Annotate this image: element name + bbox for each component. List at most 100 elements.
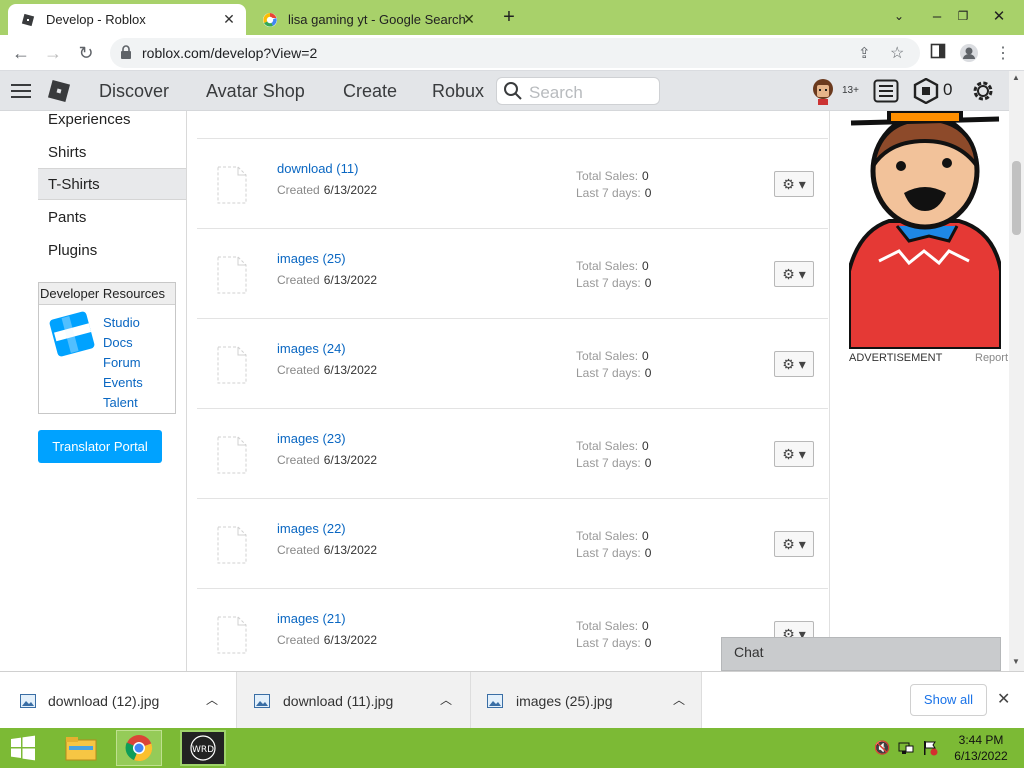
developer-resources-title: Developer Resources (39, 283, 175, 305)
show-all-downloads-button[interactable]: Show all (910, 684, 987, 716)
last-7-days-label: Last 7 days: (576, 366, 641, 380)
translator-portal-button[interactable]: Translator Portal (38, 430, 162, 463)
item-sales: Total Sales: 0 Last 7 days: 0 (576, 528, 651, 562)
item-name-link[interactable]: download (11) (277, 161, 358, 176)
total-sales-label: Total Sales: (576, 439, 639, 453)
sidebar-item-shirts[interactable]: Shirts (38, 137, 186, 169)
item-created: Created 6/13/2022 (277, 273, 377, 287)
tab-close-icon[interactable]: ✕ (220, 10, 238, 28)
item-thumbnail-placeholder-icon[interactable] (217, 256, 247, 294)
item-sales: Total Sales: 0 Last 7 days: 0 (576, 438, 651, 472)
tab-develop-roblox[interactable]: Develop - Roblox ✕ (8, 4, 246, 35)
scroll-up-arrow-icon[interactable]: ▲ (1012, 73, 1020, 82)
notifications-list-icon[interactable] (873, 79, 899, 108)
nav-discover[interactable]: Discover (99, 81, 169, 102)
dev-link-talent[interactable]: Talent (103, 395, 138, 410)
item-name-link[interactable]: images (24) (277, 341, 346, 356)
download-file-name: download (12).jpg (48, 693, 160, 709)
develop-sidebar: Experiences Shirts T-Shirts Pants Plugin… (0, 111, 187, 671)
item-thumbnail-placeholder-icon[interactable] (217, 526, 247, 564)
item-name-link[interactable]: images (21) (277, 611, 346, 626)
system-clock[interactable]: 3:44 PM 6/13/2022 (946, 732, 1016, 764)
scroll-down-arrow-icon[interactable]: ▼ (1012, 657, 1020, 666)
side-panel-icon[interactable] (927, 43, 949, 65)
item-thumbnail-placeholder-icon[interactable] (217, 616, 247, 654)
download-item[interactable]: images (25).jpg ︿ (470, 672, 702, 729)
close-download-bar-icon[interactable]: ✕ (997, 689, 1010, 709)
download-item[interactable]: download (12).jpg ︿ (0, 672, 236, 729)
download-options-chevron-icon[interactable]: ︿ (673, 691, 685, 708)
hamburger-menu-icon[interactable] (11, 83, 31, 104)
sidebar-item-experiences[interactable]: Experiences (38, 104, 186, 136)
item-thumbnail-placeholder-icon[interactable] (217, 166, 247, 204)
reload-icon[interactable]: ↻ (74, 41, 98, 65)
download-item[interactable]: download (11).jpg ︿ (236, 672, 470, 729)
item-settings-dropdown-button[interactable]: ⚙ ▾ (774, 441, 814, 467)
page-scrollbar[interactable]: ▲ ▼ (1009, 71, 1024, 671)
chrome-taskbar-icon[interactable] (116, 730, 162, 766)
dev-link-docs[interactable]: Docs (103, 335, 133, 350)
scrollbar-thumb[interactable] (1012, 161, 1021, 235)
ad-character-image[interactable] (849, 111, 1001, 349)
dev-link-events[interactable]: Events (103, 375, 143, 390)
item-sales: Total Sales: 0 Last 7 days: 0 (576, 258, 651, 292)
item-settings-dropdown-button[interactable]: ⚙ ▾ (774, 261, 814, 287)
google-favicon-icon (262, 12, 278, 28)
total-sales-label: Total Sales: (576, 349, 639, 363)
tab-google-search[interactable]: lisa gaming yt - Google Search ✕ (250, 4, 486, 35)
user-avatar[interactable] (810, 77, 836, 110)
network-icon[interactable] (898, 740, 914, 761)
last-7-days-value: 0 (644, 636, 652, 650)
nav-robux[interactable]: Robux (432, 81, 484, 102)
total-sales-value: 0 (642, 619, 649, 633)
last-7-days-value: 0 (644, 366, 652, 380)
url-text: roblox.com/develop?View=2 (142, 45, 318, 61)
wrd-app-icon[interactable]: WRD (180, 730, 226, 766)
forward-arrow-icon[interactable]: → (41, 41, 65, 65)
browser-menu-icon[interactable]: ⋮ (992, 43, 1014, 65)
tab-close-icon[interactable]: ✕ (460, 10, 478, 28)
age-badge: 13+ (842, 85, 859, 96)
close-window-button[interactable]: ✕ (976, 0, 1022, 33)
wrd-app-text: WRD (192, 745, 214, 755)
last-7-days-value: 0 (644, 186, 652, 200)
dev-link-forum[interactable]: Forum (103, 355, 141, 370)
file-explorer-icon[interactable] (58, 730, 104, 766)
ad-report-link[interactable]: Report (975, 352, 1008, 364)
created-label: Created (277, 633, 320, 647)
volume-muted-icon[interactable]: 🔇 (874, 740, 890, 756)
item-name-link[interactable]: images (22) (277, 521, 346, 536)
new-tab-button[interactable]: + (496, 6, 522, 28)
last-7-days-label: Last 7 days: (576, 186, 641, 200)
search-input[interactable]: Search (496, 77, 660, 105)
item-settings-dropdown-button[interactable]: ⚙ ▾ (774, 351, 814, 377)
share-icon[interactable]: ⇪ (858, 44, 871, 62)
sidebar-item-plugins[interactable]: Plugins (38, 235, 186, 267)
address-bar[interactable]: roblox.com/develop?View=2 ⇪ ☆ (110, 38, 920, 68)
item-thumbnail-placeholder-icon[interactable] (217, 346, 247, 384)
profile-avatar-icon[interactable] (958, 43, 980, 65)
total-sales-label: Total Sales: (576, 169, 639, 183)
item-created: Created 6/13/2022 (277, 543, 377, 557)
start-button[interactable] (0, 730, 46, 766)
bookmark-star-icon[interactable]: ☆ (890, 43, 904, 63)
sidebar-item-t-shirts[interactable]: T-Shirts (38, 168, 186, 200)
download-options-chevron-icon[interactable]: ︿ (440, 691, 452, 708)
chat-bar[interactable]: Chat (721, 637, 1001, 671)
settings-gear-icon[interactable] (970, 78, 996, 109)
item-name-link[interactable]: images (25) (277, 251, 346, 266)
total-sales-value: 0 (642, 349, 649, 363)
nav-avatar-shop[interactable]: Avatar Shop (206, 81, 305, 102)
item-settings-dropdown-button[interactable]: ⚙ ▾ (774, 531, 814, 557)
item-created: Created 6/13/2022 (277, 363, 377, 377)
download-options-chevron-icon[interactable]: ︿ (206, 691, 218, 708)
nav-create[interactable]: Create (343, 81, 397, 102)
dev-link-studio[interactable]: Studio (103, 315, 140, 330)
action-center-flag-icon[interactable] (922, 740, 938, 761)
back-arrow-icon[interactable]: ← (9, 41, 33, 65)
item-settings-dropdown-button[interactable]: ⚙ ▾ (774, 171, 814, 197)
robux-icon[interactable] (913, 77, 939, 109)
item-name-link[interactable]: images (23) (277, 431, 346, 446)
item-thumbnail-placeholder-icon[interactable] (217, 436, 247, 474)
sidebar-item-pants[interactable]: Pants (38, 202, 186, 234)
